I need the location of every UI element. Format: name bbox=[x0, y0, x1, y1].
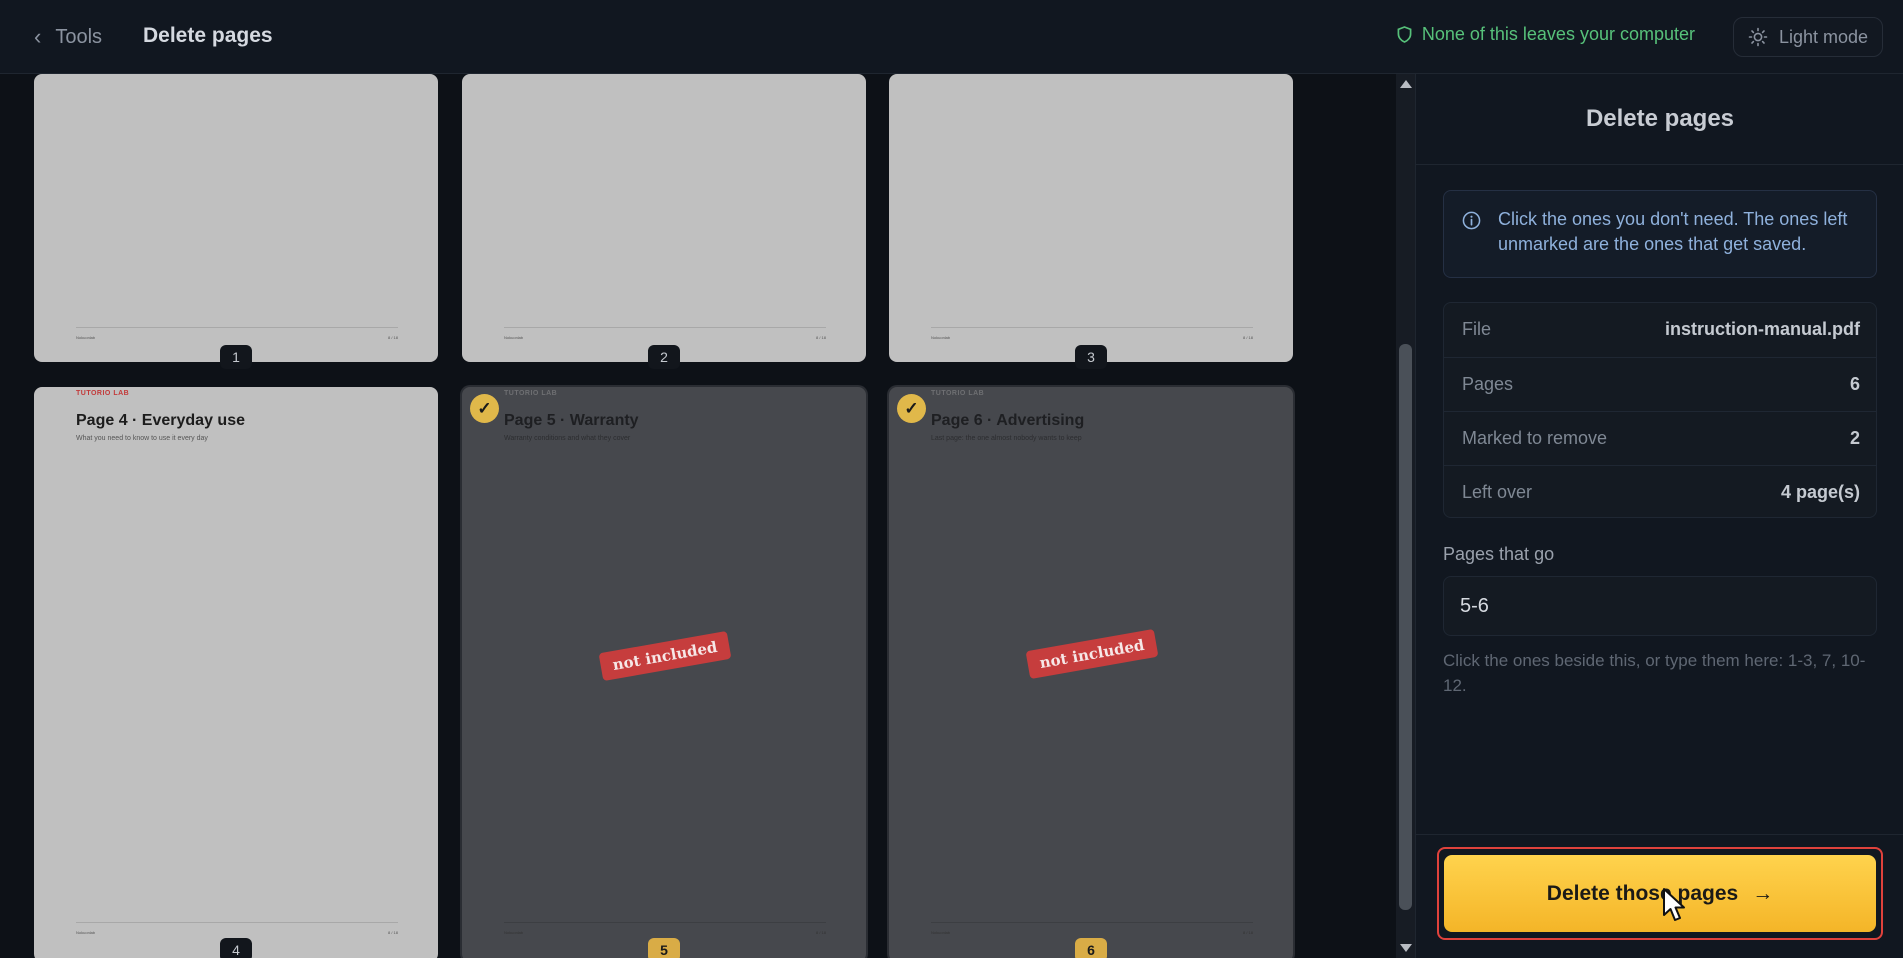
check-icon: ✓ bbox=[897, 394, 926, 423]
info-icon bbox=[1462, 211, 1481, 230]
pages-to-remove-input[interactable] bbox=[1443, 576, 1877, 636]
theme-toggle-label: Light mode bbox=[1778, 26, 1869, 47]
mouse-cursor-icon bbox=[1663, 888, 1685, 921]
shield-icon bbox=[1397, 26, 1412, 43]
page-thumbnail-5[interactable]: TUTORIO LAB Page 5 · Warranty Warranty c… bbox=[462, 387, 866, 958]
stat-label: Marked to remove bbox=[1462, 428, 1608, 448]
sidebar-title: Delete pages bbox=[1416, 74, 1903, 165]
page-footer-right: 8 / 18 bbox=[387, 335, 398, 340]
cta-highlight: Delete those pages → bbox=[1437, 847, 1883, 940]
page-thumbnail-1[interactable]: Nokuonlab 8 / 18 bbox=[34, 74, 438, 362]
privacy-note: None of this leaves your computer bbox=[1397, 24, 1695, 45]
stat-value: 6 bbox=[1849, 374, 1860, 394]
page-footer-line bbox=[76, 922, 398, 923]
page-thumbnail-4[interactable]: TUTORIO LAB Page 4 · Everyday use What y… bbox=[34, 387, 438, 958]
page-brand: TUTORIO LAB bbox=[504, 390, 558, 397]
page-subheading: What you need to know to use it every da… bbox=[76, 435, 208, 442]
page-number-badge: 2 bbox=[648, 345, 680, 369]
file-stats: File instruction-manual.pdf Pages 6 Mark… bbox=[1443, 302, 1877, 518]
page-footer-line bbox=[931, 327, 1253, 328]
page-heading: Page 4 · Everyday use bbox=[76, 412, 245, 429]
stat-value: 4 page(s) bbox=[1780, 482, 1860, 502]
info-text: Click the ones you don't need. The ones … bbox=[1498, 209, 1848, 254]
page-subheading: Last page: the one almost nobody wants t… bbox=[931, 435, 1082, 442]
grid-scrollbar[interactable] bbox=[1396, 74, 1415, 958]
arrow-right-icon: → bbox=[1752, 881, 1774, 905]
delete-pages-label: Delete those pages bbox=[1546, 881, 1739, 905]
top-bar: ‹ Tools Delete pages None of this leaves… bbox=[0, 0, 1903, 74]
page-footer-left: Nokuonlab bbox=[504, 335, 524, 340]
page-number-badge: 4 bbox=[220, 938, 252, 958]
page-brand: TUTORIO LAB bbox=[931, 390, 985, 397]
page-footer-right: 8 / 18 bbox=[1242, 930, 1253, 935]
page-footer-line bbox=[504, 327, 826, 328]
stat-row-left-over: Left over 4 page(s) bbox=[1444, 465, 1876, 519]
stat-value: 2 bbox=[1849, 428, 1860, 448]
sun-icon bbox=[1748, 27, 1768, 47]
page-footer-left: Nokuonlab bbox=[931, 335, 951, 340]
privacy-text: None of this leaves your computer bbox=[1421, 24, 1695, 44]
page-footer-line bbox=[504, 922, 826, 923]
page-title: Delete pages bbox=[143, 24, 273, 47]
page-footer-right: 8 / 18 bbox=[1242, 335, 1253, 340]
back-link[interactable]: ‹ Tools bbox=[34, 22, 102, 52]
scroll-down-arrow-icon[interactable] bbox=[1400, 944, 1412, 952]
delete-pages-button[interactable]: Delete those pages → bbox=[1444, 855, 1876, 932]
page-number-badge: 3 bbox=[1075, 345, 1107, 369]
page-footer-right: 8 / 18 bbox=[387, 930, 398, 935]
page-thumbnail-3[interactable]: Nokuonlab 8 / 18 bbox=[889, 74, 1293, 362]
options-sidebar: Delete pages Click the ones you don't ne… bbox=[1415, 74, 1903, 958]
not-included-stamp: not included bbox=[598, 630, 732, 682]
page-heading: Page 6 · Advertising bbox=[931, 412, 1085, 429]
page-footer-left: Nokuonlab bbox=[504, 930, 524, 935]
theme-toggle-button[interactable]: Light mode bbox=[1733, 17, 1883, 57]
page-thumbnail-6[interactable]: TUTORIO LAB Page 6 · Advertising Last pa… bbox=[889, 387, 1293, 958]
page-footer-right: 8 / 18 bbox=[815, 930, 826, 935]
stat-label: Pages bbox=[1462, 374, 1514, 394]
page-number-badge: 6 bbox=[1075, 938, 1107, 958]
page-footer-line bbox=[931, 922, 1253, 923]
page-number-badge: 5 bbox=[648, 938, 680, 958]
stat-label: File bbox=[1462, 319, 1492, 339]
check-icon: ✓ bbox=[470, 394, 499, 423]
pages-field-hint: Click the ones beside this, or type them… bbox=[1443, 651, 1866, 695]
page-number-badge: 1 bbox=[220, 345, 252, 369]
page-thumbnail-2[interactable]: Nokuonlab 8 / 18 bbox=[462, 74, 866, 362]
page-footer-line bbox=[76, 327, 398, 328]
scroll-up-arrow-icon[interactable] bbox=[1400, 80, 1412, 88]
page-footer-left: Nokuonlab bbox=[76, 335, 96, 340]
info-callout: Click the ones you don't need. The ones … bbox=[1443, 190, 1877, 278]
pages-field-label: Pages that go bbox=[1443, 544, 1555, 564]
stat-row-file: File instruction-manual.pdf bbox=[1444, 303, 1876, 357]
page-subheading: Warranty conditions and what they cover bbox=[504, 435, 631, 442]
stat-value: instruction-manual.pdf bbox=[1665, 319, 1860, 339]
scrollbar-thumb[interactable] bbox=[1399, 344, 1412, 910]
chevron-left-icon: ‹ bbox=[34, 24, 42, 49]
page-brand: TUTORIO LAB bbox=[76, 390, 130, 397]
page-footer-right: 8 / 18 bbox=[815, 335, 826, 340]
page-heading: Page 5 · Warranty bbox=[504, 412, 639, 429]
stat-row-pages: Pages 6 bbox=[1444, 357, 1876, 411]
stat-row-marked: Marked to remove 2 bbox=[1444, 411, 1876, 465]
back-label: Tools bbox=[55, 25, 103, 48]
page-footer-left: Nokuonlab bbox=[76, 930, 96, 935]
not-included-stamp: not included bbox=[1025, 628, 1159, 680]
page-grid: Nokuonlab 8 / 18 1 Nokuonlab 8 / 18 2 No… bbox=[0, 74, 1396, 958]
page-footer-left: Nokuonlab bbox=[931, 930, 951, 935]
stat-label: Left over bbox=[1462, 482, 1533, 502]
